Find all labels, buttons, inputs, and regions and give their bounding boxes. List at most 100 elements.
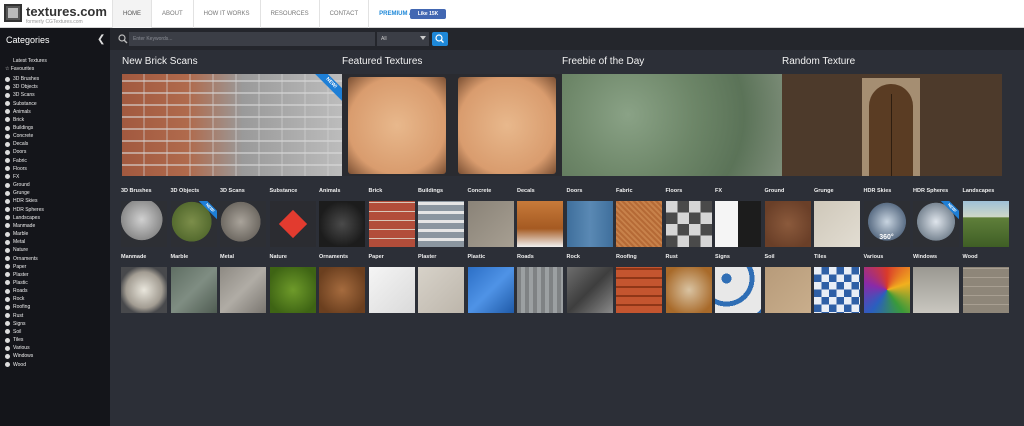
sidebar-item-3d-brushes[interactable]: 3D Brushes	[5, 75, 44, 83]
sidebar-item-animals[interactable]: Animals	[5, 108, 44, 116]
sidebar-item-concrete[interactable]: Concrete	[5, 132, 44, 140]
sidebar-item-metal[interactable]: Metal	[5, 238, 44, 246]
category-thumbnail[interactable]	[319, 201, 365, 247]
sidebar-item-hdr-spheres[interactable]: HDR Spheres	[5, 206, 44, 214]
category-thumbnail[interactable]	[418, 267, 464, 313]
sidebar-item-floors[interactable]: Floors	[5, 165, 44, 173]
category-thumbnail[interactable]	[962, 267, 1009, 313]
category-tile-plaster[interactable]: Plaster	[418, 254, 468, 313]
category-thumbnail[interactable]	[319, 267, 365, 313]
site-logo[interactable]: textures.com formerly CGTextures.com	[4, 3, 107, 27]
sidebar-item-tiles[interactable]: Tiles	[5, 336, 44, 344]
category-tile-animals[interactable]: Animals	[319, 188, 369, 247]
sidebar-item-brick[interactable]: Brick	[5, 116, 44, 124]
category-tile-fx[interactable]: FX	[715, 188, 765, 247]
sidebar-item-rock[interactable]: Rock	[5, 295, 44, 303]
category-tile-floors[interactable]: Floors	[665, 188, 716, 247]
category-tile-fabric[interactable]: Fabric	[616, 188, 666, 247]
category-tile-buildings[interactable]: Buildings	[418, 188, 468, 247]
featured-textures-image[interactable]	[342, 74, 562, 176]
nav-contact[interactable]: CONTACT	[318, 0, 369, 28]
category-tile-various[interactable]: Various	[863, 254, 914, 313]
category-thumbnail[interactable]	[764, 267, 811, 313]
category-thumbnail[interactable]	[418, 201, 464, 247]
category-thumbnail[interactable]	[269, 267, 316, 313]
category-thumbnail[interactable]	[764, 201, 811, 247]
category-thumbnail[interactable]	[368, 267, 415, 313]
category-thumbnail[interactable]	[814, 267, 860, 313]
category-tile-roads[interactable]: Roads	[517, 254, 567, 313]
category-tile-tiles[interactable]: Tiles	[814, 254, 864, 313]
sidebar-item-roads[interactable]: Roads	[5, 287, 44, 295]
sidebar-item-marble[interactable]: Marble	[5, 230, 44, 238]
category-tile-wood[interactable]: Wood	[962, 254, 1013, 313]
category-thumbnail[interactable]	[517, 201, 563, 247]
category-thumbnail[interactable]	[566, 267, 613, 313]
category-thumbnail[interactable]	[715, 201, 761, 247]
category-thumbnail[interactable]: NEW!	[170, 201, 217, 247]
category-tile-windows[interactable]: Windows	[913, 254, 963, 313]
sidebar-item-various[interactable]: Various	[5, 344, 44, 352]
category-thumbnail[interactable]	[616, 267, 662, 313]
category-thumbnail[interactable]	[368, 201, 415, 247]
category-tile-brick[interactable]: Brick	[368, 188, 419, 247]
category-thumbnail[interactable]	[665, 201, 712, 247]
category-tile-paper[interactable]: Paper	[368, 254, 419, 313]
category-tile-metal[interactable]: Metal	[220, 254, 270, 313]
category-tile-3d-brushes[interactable]: 3D Brushes	[121, 188, 171, 247]
sidebar-item-3d-scans[interactable]: 3D Scans	[5, 91, 44, 99]
sidebar-item-fabric[interactable]: Fabric	[5, 157, 44, 165]
sidebar-item-buildings[interactable]: Buildings	[5, 124, 44, 132]
category-tile-3d-objects[interactable]: 3D Objects NEW!	[170, 188, 221, 247]
category-thumbnail[interactable]	[121, 201, 167, 247]
category-thumbnail[interactable]	[962, 201, 1009, 247]
collapse-sidebar-icon[interactable]: ❮	[97, 34, 105, 45]
random-texture-image[interactable]	[782, 74, 1002, 176]
category-thumbnail[interactable]	[517, 267, 563, 313]
category-tile-ornaments[interactable]: Ornaments	[319, 254, 369, 313]
category-tile-roofing[interactable]: Roofing	[616, 254, 666, 313]
category-tile-nature[interactable]: Nature	[269, 254, 320, 313]
category-tile-marble[interactable]: Marble	[170, 254, 221, 313]
category-thumbnail[interactable]	[170, 267, 217, 313]
sidebar-item-landscapes[interactable]: Landscapes	[5, 214, 44, 222]
category-tile-rock[interactable]: Rock	[566, 254, 617, 313]
category-tile-grunge[interactable]: Grunge	[814, 188, 864, 247]
category-thumbnail[interactable]	[467, 201, 514, 247]
category-tile-signs[interactable]: Signs	[715, 254, 765, 313]
sidebar-item-roofing[interactable]: Roofing	[5, 303, 44, 311]
category-thumbnail[interactable]	[665, 267, 712, 313]
category-tile-concrete[interactable]: Concrete	[467, 188, 518, 247]
category-thumbnail[interactable]	[269, 201, 316, 247]
category-thumbnail[interactable]	[814, 201, 860, 247]
category-thumbnail[interactable]	[467, 267, 514, 313]
nav-resources[interactable]: RESOURCES	[259, 0, 319, 28]
category-tile-hdr-spheres[interactable]: HDR Spheres NEW!	[913, 188, 963, 247]
sidebar-item-favourites[interactable]: ☆ Favourites	[5, 66, 34, 72]
category-tile-hdr-skies[interactable]: HDR Skies 360°	[863, 188, 914, 247]
sidebar-item-hdr-skies[interactable]: HDR Skies	[5, 197, 44, 205]
category-tile-rust[interactable]: Rust	[665, 254, 716, 313]
sidebar-item-fx[interactable]: FX	[5, 173, 44, 181]
nav-about[interactable]: ABOUT	[151, 0, 193, 28]
sidebar-item-rust[interactable]: Rust	[5, 312, 44, 320]
nav-how-it-works[interactable]: HOW IT WORKS	[192, 0, 260, 28]
category-thumbnail[interactable]	[616, 201, 662, 247]
sidebar-item-ground[interactable]: Ground	[5, 181, 44, 189]
sidebar-item-latest[interactable]: Latest Textures	[13, 58, 47, 64]
category-thumbnail[interactable]	[566, 201, 613, 247]
sidebar-item-3d-objects[interactable]: 3D Objects	[5, 83, 44, 91]
sidebar-item-substance[interactable]: Substance	[5, 99, 44, 107]
category-thumbnail[interactable]	[913, 267, 959, 313]
sidebar-item-plaster[interactable]: Plaster	[5, 271, 44, 279]
sidebar-item-decals[interactable]: Decals	[5, 140, 44, 148]
sidebar-item-windows[interactable]: Windows	[5, 352, 44, 360]
sidebar-item-soil[interactable]: Soil	[5, 328, 44, 336]
nav-home[interactable]: HOME	[112, 0, 151, 28]
search-input[interactable]	[129, 32, 375, 46]
category-tile-ground[interactable]: Ground	[764, 188, 815, 247]
category-thumbnail[interactable]	[121, 267, 167, 313]
category-thumbnail[interactable]	[220, 201, 266, 247]
sidebar-item-ornaments[interactable]: Ornaments	[5, 254, 44, 262]
category-thumbnail[interactable]: 360°	[863, 201, 910, 247]
